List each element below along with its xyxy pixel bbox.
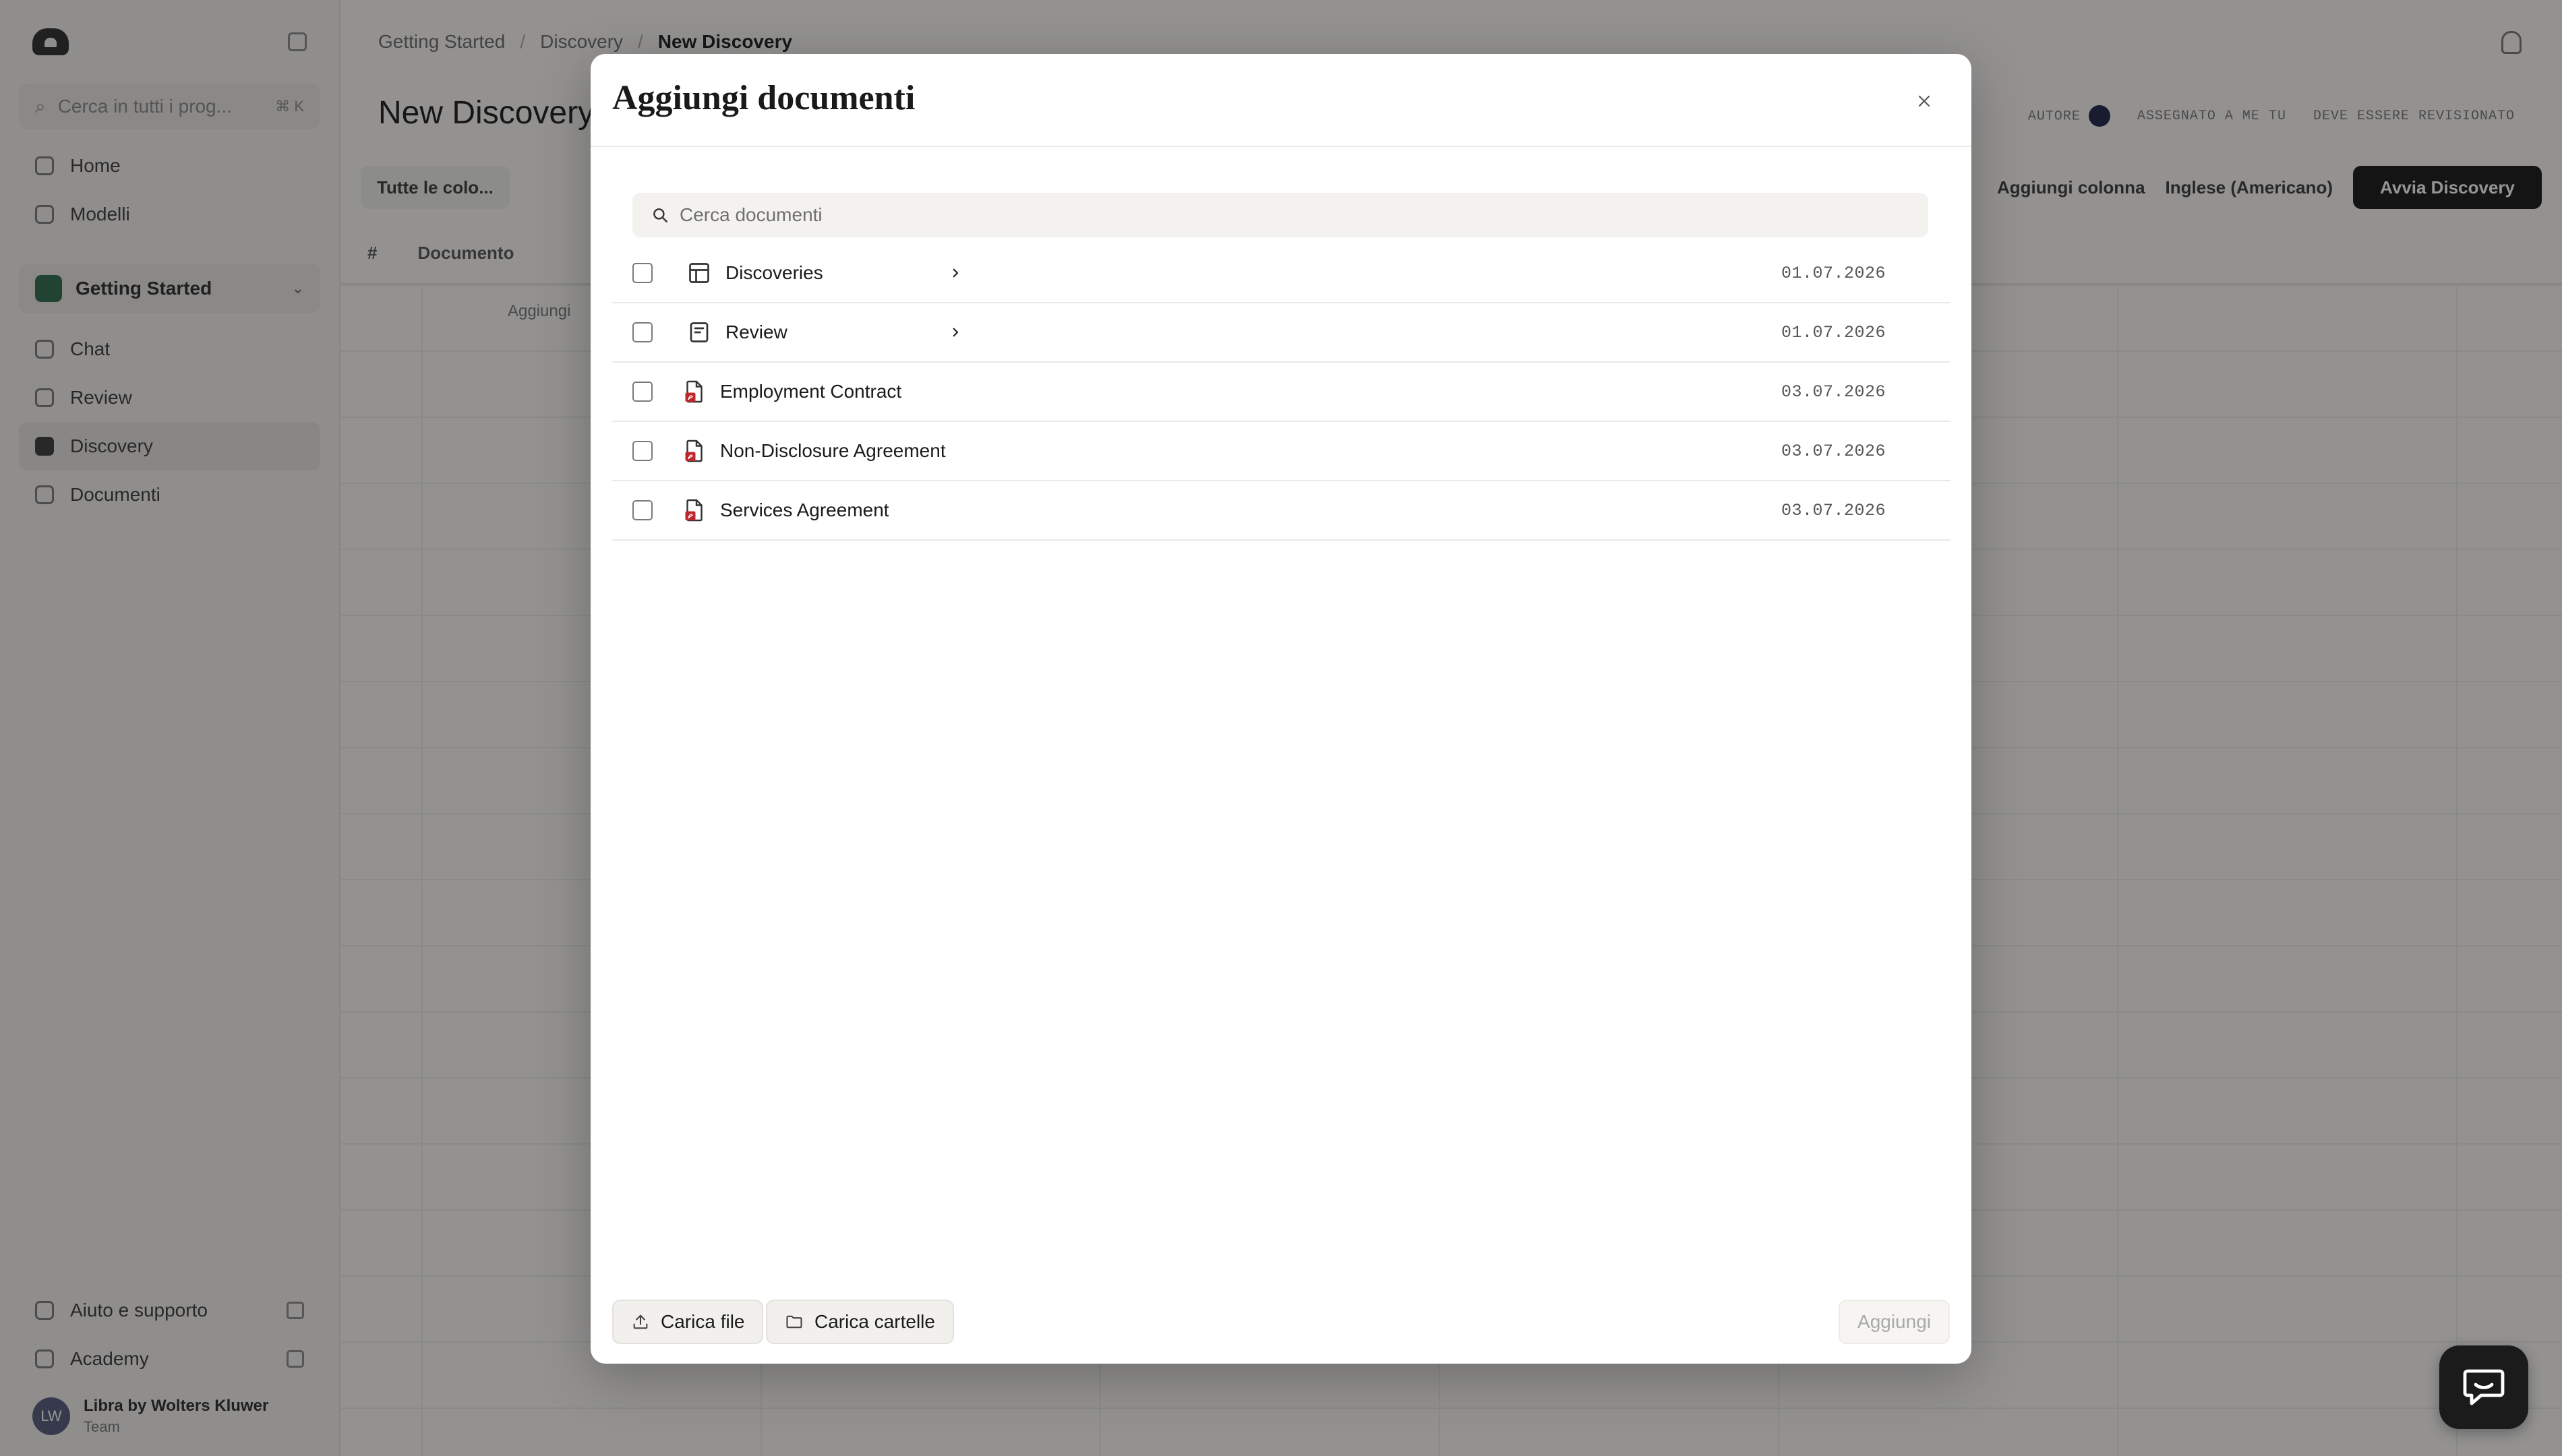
table-icon <box>687 261 711 285</box>
document-name: Non-Disclosure Agreement <box>720 440 946 461</box>
document-name: Discoveries <box>725 262 823 283</box>
upload-folder-button[interactable]: Carica cartelle <box>766 1300 954 1344</box>
upload-file-button[interactable]: Carica file <box>612 1300 764 1344</box>
document-search[interactable] <box>632 193 1928 237</box>
search-icon <box>653 208 667 222</box>
document-date: 03.07.2026 <box>1781 382 1886 402</box>
pdf-file-icon <box>682 439 707 463</box>
dialog-footer: Carica file Carica cartelle Aggiungi <box>591 1279 1971 1364</box>
dialog-header: Aggiungi documenti <box>591 54 1971 147</box>
upload-icon <box>633 1314 648 1329</box>
document-name: Review <box>725 322 787 342</box>
pdf-file-icon <box>682 380 707 404</box>
row-checkbox[interactable] <box>632 382 653 402</box>
add-documents-dialog: Aggiungi documenti Discoveries 01.07.202… <box>591 54 1971 1364</box>
search-input[interactable] <box>680 204 1928 226</box>
add-button[interactable]: Aggiungi <box>1839 1300 1950 1344</box>
document-date: 03.07.2026 <box>1781 500 1886 520</box>
upload-folder-label: Carica cartelle <box>814 1311 935 1332</box>
chat-widget-button[interactable] <box>2439 1345 2528 1429</box>
row-checkbox[interactable] <box>632 263 653 283</box>
upload-file-label: Carica file <box>661 1311 745 1332</box>
dialog-title: Aggiungi documenti <box>612 79 916 117</box>
document-date: 01.07.2026 <box>1781 322 1886 342</box>
row-checkbox[interactable] <box>632 322 653 342</box>
list-item[interactable]: Services Agreement 03.07.2026 <box>612 481 1950 541</box>
row-checkbox[interactable] <box>632 441 653 461</box>
list-item[interactable]: Employment Contract 03.07.2026 <box>612 363 1950 422</box>
row-checkbox[interactable] <box>632 500 653 520</box>
list-item[interactable]: Non-Disclosure Agreement 03.07.2026 <box>612 422 1950 481</box>
close-button[interactable] <box>1911 88 1938 115</box>
document-name: Services Agreement <box>720 499 889 520</box>
folder-icon <box>786 1315 802 1329</box>
list-item[interactable]: Discoveries 01.07.2026 <box>612 244 1950 303</box>
pdf-file-icon <box>682 498 707 522</box>
document-date: 01.07.2026 <box>1781 263 1886 283</box>
close-icon <box>1918 95 1930 107</box>
document-list: Discoveries 01.07.2026 Review 01.07.2026 <box>612 244 1950 541</box>
document-name: Employment Contract <box>720 381 902 402</box>
review-document-icon <box>687 320 711 344</box>
list-item[interactable]: Review 01.07.2026 <box>612 303 1950 363</box>
chat-bubble-icon <box>2463 1369 2505 1405</box>
chevron-right-icon[interactable] <box>945 322 965 342</box>
chevron-right-icon[interactable] <box>945 263 965 283</box>
document-date: 03.07.2026 <box>1781 441 1886 461</box>
